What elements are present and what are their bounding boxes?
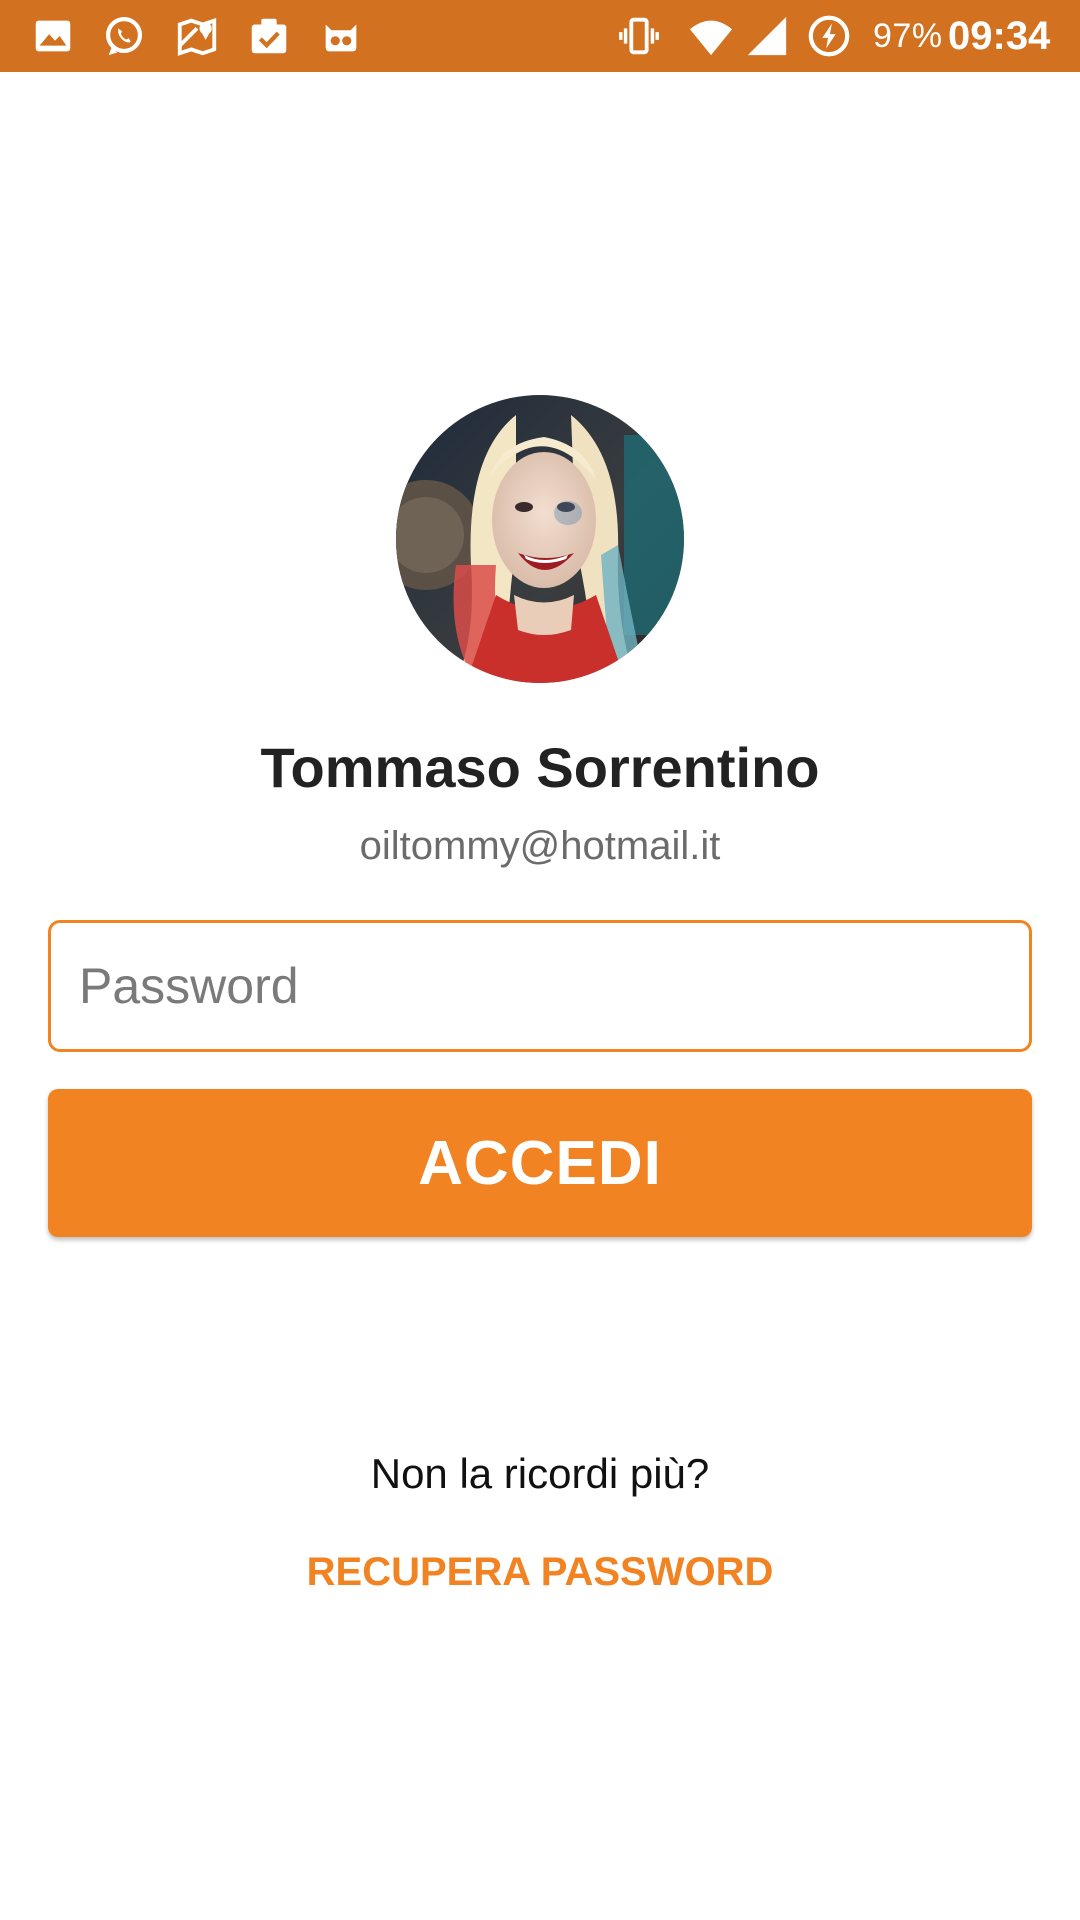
cyanogen-icon: [318, 13, 364, 59]
vibrate-icon: [616, 13, 662, 59]
recover-password-link[interactable]: RECUPERA PASSWORD: [290, 1546, 790, 1598]
whatsapp-icon: [101, 13, 147, 59]
clipboard-check-icon: [246, 13, 292, 59]
battery-percent: 97%: [873, 17, 943, 55]
status-bar: 97% 09:34: [0, 0, 1080, 72]
signal-icon: [744, 13, 790, 59]
clock-time: 09:34: [948, 14, 1051, 58]
image-icon: [30, 13, 76, 59]
password-input[interactable]: [48, 920, 1032, 1052]
battery-charging-icon: [806, 13, 852, 59]
user-email: oiltommy@hotmail.it: [359, 824, 721, 868]
user-name: Tommaso Sorrentino: [260, 736, 820, 799]
login-button[interactable]: ACCEDI: [48, 1089, 1032, 1237]
wifi-icon: [688, 13, 734, 59]
maps-icon: [174, 13, 220, 59]
avatar: [396, 395, 684, 683]
forgot-password-prompt: Non la ricordi più?: [370, 1450, 710, 1497]
